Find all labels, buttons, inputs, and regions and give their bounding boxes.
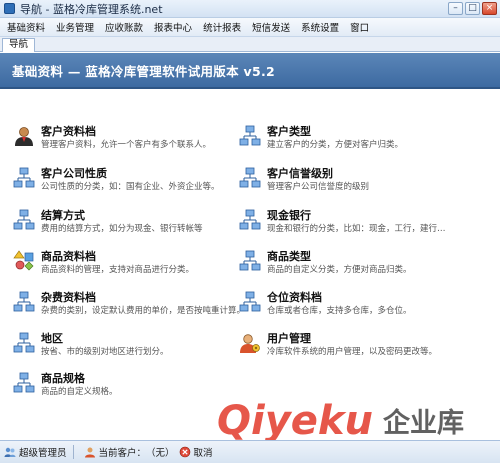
menu-item-window[interactable]: 窗口 (350, 20, 369, 34)
entry-desc: 商品的自定义分类，方便对商品归类。 (267, 265, 412, 275)
entry-warehouse-location[interactable]: 仓位资料档 仓库或者仓库，支持多仓库，多仓位。 (239, 289, 479, 323)
tab-navigation[interactable]: 导航 (2, 38, 36, 52)
maximize-button[interactable]: □ (465, 2, 480, 15)
menu-item-reports[interactable]: 报表中心 (154, 20, 192, 34)
navigation-content: 客户资料档 管理客户资料，允许一个客户有多个联系人。 客户类型 建立客户的分类，… (0, 91, 500, 440)
user-icon (15, 127, 33, 146)
banner-title: 基础资料 — 蓝格冷库管理软件试用版本 v5.2 (12, 63, 276, 79)
app-icon (4, 3, 15, 14)
customer-icon (84, 447, 95, 458)
entry-name: 商品类型 (267, 250, 311, 263)
status-current-customer: 当前客户： （无） (84, 445, 175, 459)
entry-company-nature[interactable]: 客户公司性质 公司性质的分类，如：国有企业、外资企业等。 (13, 165, 253, 199)
tab-bar: 导航 (0, 37, 500, 52)
network-icon (13, 167, 35, 188)
entry-desc: 建立客户的分类，方便对客户归类。 (267, 140, 404, 150)
window-title: 导航 - 蓝格冷库管理系统.net (20, 2, 163, 16)
network-icon (239, 209, 261, 230)
entry-misc-fees[interactable]: 杂费资料档 杂费的类别，设定默认费用的单价，是否按吨重计算。 (13, 289, 253, 323)
users-icon (4, 447, 16, 457)
minimize-button[interactable]: – (448, 2, 463, 15)
menu-item-basic-data[interactable]: 基础资料 (7, 20, 45, 34)
network-icon (239, 125, 261, 146)
entry-name: 结算方式 (41, 209, 85, 222)
network-icon (13, 332, 35, 353)
menu-item-settings[interactable]: 系统设置 (301, 20, 339, 34)
status-customer-value: （无） (146, 448, 175, 459)
menu-item-receivables[interactable]: 应收账款 (105, 20, 143, 34)
entry-product-type[interactable]: 商品类型 商品的自定义分类，方便对商品归类。 (239, 248, 479, 282)
network-icon (239, 250, 261, 271)
entry-name: 客户公司性质 (41, 167, 107, 180)
entry-name: 客户资料档 (41, 125, 96, 138)
menu-item-business[interactable]: 业务管理 (56, 20, 94, 34)
entry-name: 商品规格 (41, 372, 85, 385)
cancel-label: 取消 (193, 448, 213, 459)
entry-cash-bank[interactable]: 现金银行 现金和银行的分类，比如：现金，工行，建行… (239, 207, 479, 241)
entry-desc: 管理客户资料，允许一个客户有多个联系人。 (41, 140, 212, 150)
status-customer-label: 当前客户： (98, 448, 147, 459)
cancel-icon (179, 446, 190, 458)
entry-name: 客户类型 (267, 125, 311, 138)
close-button[interactable]: × (482, 2, 497, 15)
shapes-icon (13, 250, 34, 271)
network-icon (13, 209, 35, 230)
entry-desc: 商品的自定义规格。 (41, 387, 118, 397)
entry-customer-type[interactable]: 客户类型 建立客户的分类，方便对客户归类。 (239, 123, 479, 157)
status-user: 超级管理员 (4, 445, 67, 459)
cancel-button[interactable]: 取消 (179, 445, 213, 459)
network-icon (13, 291, 35, 312)
entry-desc: 费用的结算方式，如分为现金、银行转帐等 (41, 224, 203, 234)
entry-name: 用户管理 (267, 332, 311, 345)
entry-credit-level[interactable]: 客户信誉级别 管理客户公司信誉度的级别 (239, 165, 479, 199)
entry-name: 现金银行 (267, 209, 311, 222)
menu-item-statistics[interactable]: 统计报表 (203, 20, 241, 34)
window-controls: – □ × (448, 2, 497, 15)
entry-settlement-method[interactable]: 结算方式 费用的结算方式，如分为现金、银行转帐等 (13, 207, 253, 241)
user-admin-icon (240, 334, 260, 353)
entry-name: 杂费资料档 (41, 291, 96, 304)
entry-desc: 现金和银行的分类，比如：现金，工行，建行… (267, 224, 446, 234)
network-icon (239, 291, 261, 312)
entry-user-management[interactable]: 用户管理 冷库软件系统的用户管理，以及密码更改等。 (239, 330, 479, 364)
entry-name: 地区 (41, 332, 63, 345)
menu-bar: 基础资料 业务管理 应收账款 报表中心 统计报表 短信发送 系统设置 窗口 (0, 18, 500, 37)
entry-name: 商品资料档 (41, 250, 96, 263)
entry-name: 客户信誉级别 (267, 167, 333, 180)
section-banner: 基础资料 — 蓝格冷库管理软件试用版本 v5.2 (0, 53, 500, 89)
entry-name: 仓位资料档 (267, 291, 322, 304)
network-icon (13, 372, 35, 393)
entry-desc: 按省、市的级别对地区进行划分。 (41, 347, 169, 357)
status-user-name: 超级管理员 (19, 448, 67, 459)
network-icon (239, 167, 261, 188)
title-bar: 导航 - 蓝格冷库管理系统.net – □ × (0, 0, 500, 18)
entry-desc: 杂费的类别，设定默认费用的单价，是否按吨重计算。 (41, 306, 246, 316)
entry-desc: 商品资料的管理，支持对商品进行分类。 (41, 265, 195, 275)
entry-desc: 管理客户公司信誉度的级别 (267, 182, 370, 192)
entry-product-spec[interactable]: 商品规格 商品的自定义规格。 (13, 370, 253, 404)
entry-desc: 公司性质的分类，如：国有企业、外资企业等。 (41, 182, 220, 192)
entry-customer-profile[interactable]: 客户资料档 管理客户资料，允许一个客户有多个联系人。 (13, 123, 253, 157)
entry-desc: 仓库或者仓库，支持多仓库，多仓位。 (267, 306, 412, 316)
entry-region[interactable]: 地区 按省、市的级别对地区进行划分。 (13, 330, 253, 364)
entry-product-profile[interactable]: 商品资料档 商品资料的管理，支持对商品进行分类。 (13, 248, 253, 282)
menu-item-sms[interactable]: 短信发送 (252, 20, 290, 34)
entry-desc: 冷库软件系统的用户管理，以及密码更改等。 (267, 347, 438, 357)
status-bar: 超级管理员 当前客户： （无） 取消 (0, 440, 500, 463)
status-divider (72, 445, 74, 459)
